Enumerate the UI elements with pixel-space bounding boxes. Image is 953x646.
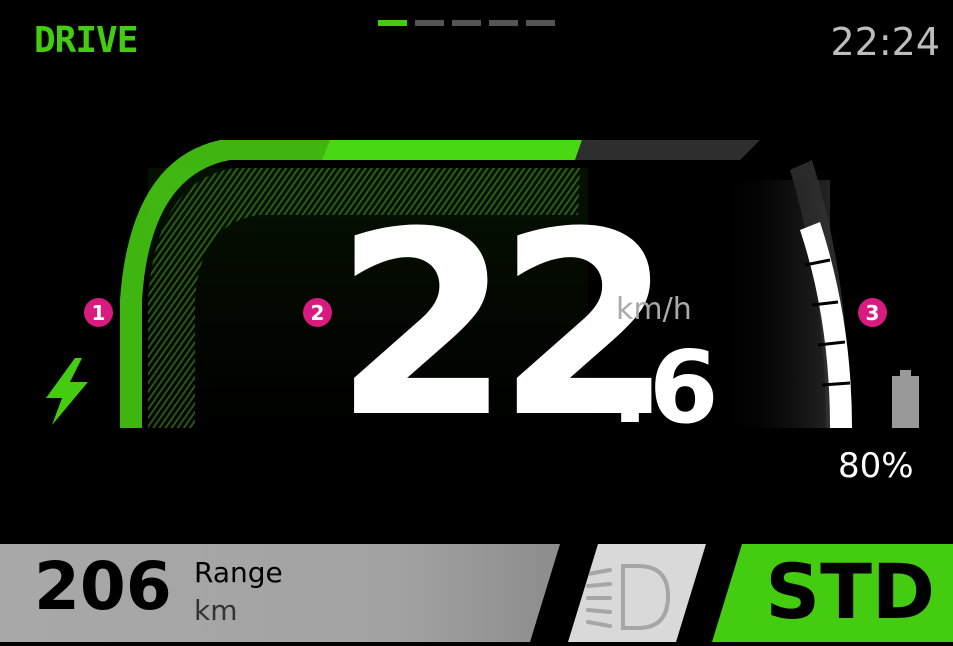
- battery-percent: 80%: [838, 446, 914, 486]
- headlight-button[interactable]: [568, 544, 706, 642]
- battery-icon: [892, 370, 919, 428]
- callout-1: 1: [84, 298, 113, 327]
- power-arc-highlight: [322, 140, 582, 160]
- ride-mode-label: STD: [765, 547, 935, 636]
- callout-3: 3: [858, 298, 887, 327]
- headlight-icon: [586, 564, 671, 630]
- range-value: 206: [34, 548, 172, 625]
- speed-decimal: .6: [611, 329, 719, 446]
- lightning-bolt-icon: [46, 358, 88, 425]
- power-remaining: [575, 140, 760, 160]
- range-panel[interactable]: 206 Range km: [0, 544, 560, 642]
- ride-mode-button[interactable]: STD: [712, 544, 953, 642]
- bottom-bar: 206 Range km STD: [0, 544, 953, 642]
- range-unit: km: [194, 594, 238, 627]
- callout-2: 2: [303, 298, 332, 327]
- speed-unit: km/h: [616, 292, 692, 327]
- range-label: Range: [194, 556, 283, 589]
